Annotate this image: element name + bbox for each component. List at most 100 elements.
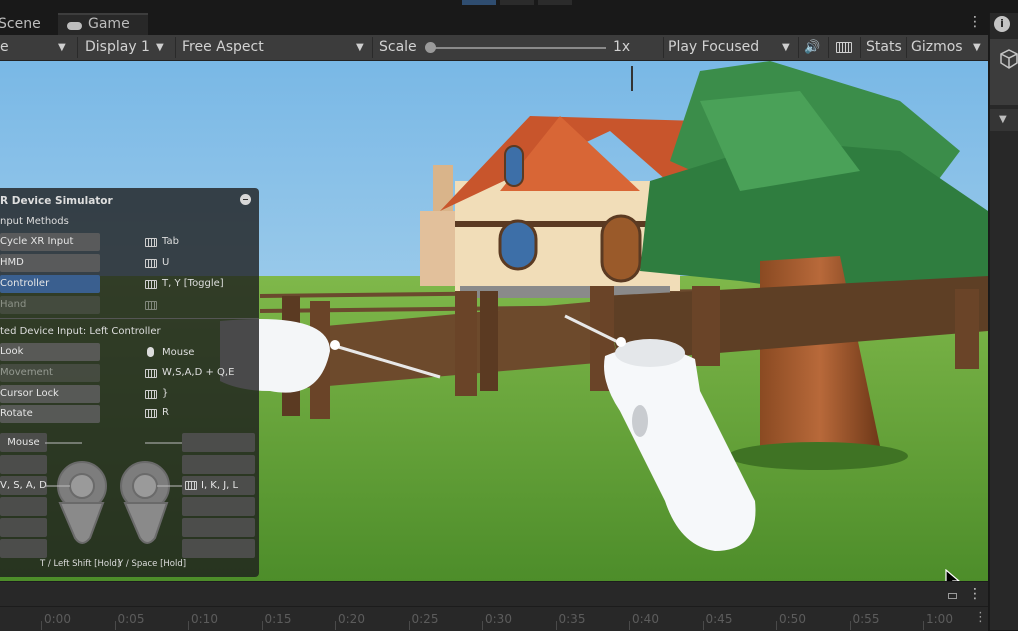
timeline-label: 0:20 (338, 612, 365, 626)
binding-label: I, K, J, L (201, 480, 239, 491)
divider (77, 37, 78, 58)
keyboard-icon (145, 280, 157, 289)
divider (860, 37, 861, 58)
button-label: Cursor Lock (0, 388, 59, 399)
tab-scene[interactable]: Scene (0, 13, 58, 35)
binding-slot[interactable] (0, 518, 47, 537)
more-options-icon[interactable]: ⋮ (974, 610, 987, 625)
collapse-button[interactable] (240, 194, 251, 205)
maximize-icon[interactable] (948, 593, 957, 599)
chevron-down-icon: ▼ (356, 42, 364, 53)
keyboard-icon (145, 259, 157, 268)
timeline-tick (849, 621, 851, 630)
timeline-tick (482, 621, 483, 630)
timeline-tick (41, 621, 42, 630)
timeline-label: 0:45 (705, 612, 733, 626)
cursor-lock-button[interactable]: Cursor Lock (0, 385, 100, 403)
more-options-icon[interactable]: ⋮ (968, 586, 982, 602)
divider (0, 318, 259, 319)
binding-slot[interactable] (182, 433, 255, 452)
key-hint: T, Y [Toggle] (162, 278, 224, 289)
timeline-tick (629, 621, 630, 630)
display-dropdown[interactable]: Display 1 ▼ (85, 35, 175, 60)
look-button[interactable]: Look (0, 343, 100, 361)
binding-slot[interactable]: V, S, A, D (0, 476, 47, 495)
binding-slot[interactable] (182, 497, 255, 516)
timeline-label: 0:30 (485, 612, 512, 626)
timeline-label: 0:35 (558, 612, 586, 626)
binding-slot[interactable] (182, 518, 255, 537)
timeline-label: 0:05 (117, 612, 145, 626)
tab-game-label: Game (88, 16, 130, 32)
timeline-label: 0:10 (191, 612, 218, 626)
scale-label: Scale (379, 39, 417, 55)
movement-button[interactable]: Movement (0, 364, 100, 382)
scale-slider-handle[interactable] (425, 42, 436, 53)
chevron-down-icon[interactable]: ▼ (999, 114, 1007, 125)
timeline-tick (188, 621, 189, 630)
key-hint: Mouse (162, 347, 195, 358)
binding-slot[interactable] (182, 539, 255, 558)
timeline-tick (702, 621, 704, 630)
camera-dropdown[interactable]: e ▼ (0, 35, 76, 60)
binding-slot[interactable] (0, 455, 47, 474)
speaker-icon[interactable]: 🔊 (804, 35, 820, 60)
key-hint: U (162, 257, 170, 268)
input-methods-heading: nput Methods (0, 216, 69, 227)
more-options-icon[interactable]: ⋮ (968, 14, 982, 30)
key-hint: } (162, 388, 169, 399)
timeline-tick (335, 621, 336, 630)
step-button[interactable] (538, 0, 572, 5)
key-hint: W,S,A,D + Q,E (162, 367, 235, 378)
aspect-dropdown[interactable]: Free Aspect ▼ (182, 35, 370, 60)
keyboard-icon (145, 238, 157, 247)
display-dropdown-label: Display 1 (85, 39, 150, 55)
play-mode-dropdown[interactable]: Play Focused ▼ (668, 35, 796, 60)
scale-value: 1x (613, 39, 631, 55)
xr-device-simulator-panel: R Device Simulator nput Methods Cycle XR… (0, 188, 259, 577)
binding-slot[interactable]: I, K, J, L (182, 476, 255, 495)
keyboard-icon (185, 481, 197, 490)
hand-button[interactable]: Hand (0, 296, 100, 314)
divider (175, 37, 176, 58)
binding-slot[interactable] (0, 539, 47, 558)
mouse-icon (147, 347, 154, 357)
timeline-tick (776, 621, 777, 630)
button-label: Rotate (0, 408, 33, 419)
button-label: Cycle XR Input (0, 236, 74, 247)
timeline-tick (923, 621, 924, 630)
rotate-button[interactable]: Rotate (0, 405, 100, 423)
tab-strip (0, 13, 988, 35)
footer-hint-right: Y / Space [Hold] (118, 559, 187, 569)
keyboard-icon (145, 409, 157, 418)
binding-slot[interactable] (182, 455, 255, 474)
pause-button[interactable] (500, 0, 534, 5)
stats-button[interactable]: Stats (866, 35, 902, 60)
keyboard-icon (145, 369, 157, 378)
binding-slot[interactable] (0, 497, 47, 516)
button-label: Movement (0, 367, 53, 378)
binding-label: Mouse (7, 437, 40, 448)
tab-game[interactable]: Game (58, 13, 148, 35)
binding-slot[interactable]: Mouse (0, 433, 47, 452)
chevron-down-icon: ▼ (156, 42, 164, 53)
hmd-button[interactable]: HMD (0, 254, 100, 272)
controller-button[interactable]: Controller (0, 275, 100, 293)
cycle-xr-input-button[interactable]: Cycle XR Input (0, 233, 100, 251)
button-label: Look (0, 346, 24, 357)
button-label: Hand (0, 299, 27, 310)
play-button[interactable] (462, 0, 496, 5)
minus-icon (243, 199, 248, 200)
gizmos-dropdown[interactable]: Gizmos ▼ (911, 35, 987, 60)
controller-diagram (45, 442, 182, 544)
play-mode-label: Play Focused (668, 39, 760, 55)
button-label: HMD (0, 257, 24, 268)
keyboard-icon[interactable] (836, 42, 852, 53)
info-icon[interactable]: i (994, 16, 1010, 32)
timeline-label: 0:25 (411, 612, 439, 626)
scale-slider-track[interactable] (430, 47, 606, 49)
divider (372, 37, 373, 58)
chevron-down-icon: ▼ (58, 42, 66, 53)
chevron-down-icon: ▼ (973, 42, 981, 53)
aspect-dropdown-label: Free Aspect (182, 39, 264, 55)
